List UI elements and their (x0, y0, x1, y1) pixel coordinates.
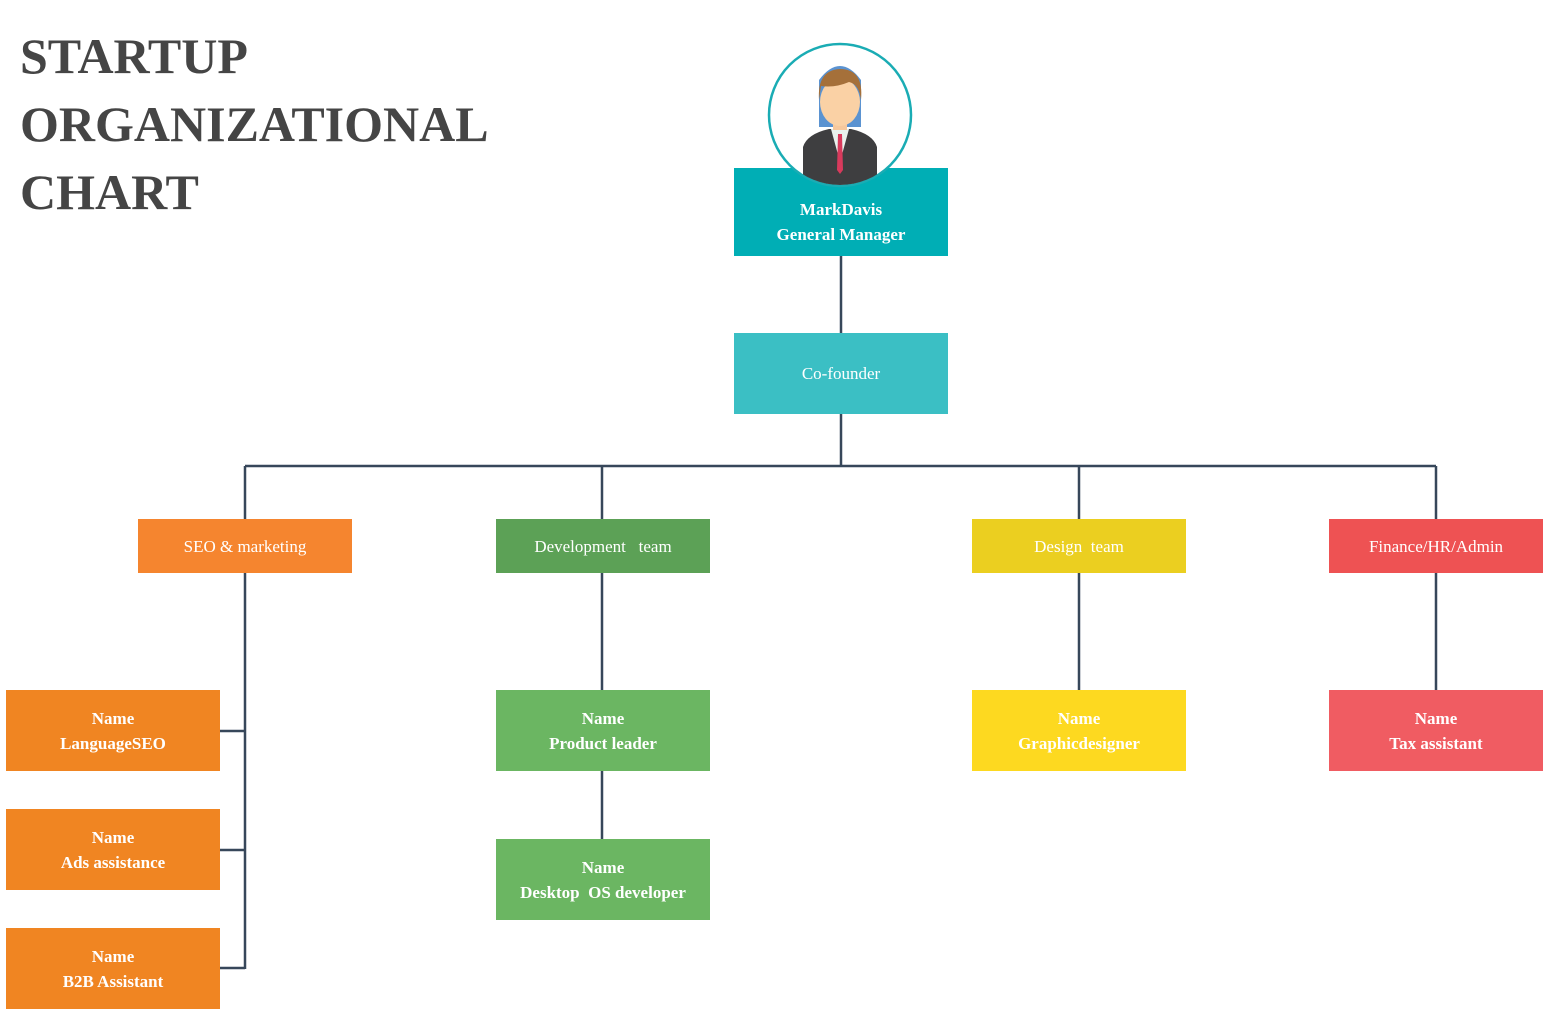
department-development: Development team (496, 519, 710, 573)
member-name: Name (91, 827, 135, 847)
member-role: B2B Assistant (62, 971, 164, 991)
businessman-avatar-icon (767, 42, 913, 188)
member-role: LanguageSEO (60, 733, 166, 753)
member-box: Name Product leader (496, 690, 710, 771)
gm-name: MarkDavis (799, 200, 883, 219)
department-label: Development team (534, 536, 672, 556)
gm-role: General Manager (776, 225, 906, 244)
member-box: Name Ads assistance (6, 809, 220, 890)
member-name: Name (581, 708, 625, 728)
cofounder-box: Co-founder (734, 333, 948, 414)
member-name: Name (1414, 708, 1458, 728)
member-box: Name Tax assistant (1329, 690, 1543, 771)
department-label: Design team (1034, 536, 1124, 556)
member-box: Name Desktop OS developer (496, 839, 710, 920)
member-box: Name LanguageSEO (6, 690, 220, 771)
cofounder-label: Co-founder (801, 364, 881, 383)
department-seo: SEO & marketing (138, 519, 352, 573)
member-role: Ads assistance (60, 852, 166, 872)
department-label: SEO & marketing (183, 536, 307, 556)
member-role: Tax assistant (1389, 733, 1483, 753)
member-name: Name (581, 857, 625, 877)
member-name: Name (91, 708, 135, 728)
member-role: Graphicdesigner (1018, 733, 1140, 753)
department-design: Design team (972, 519, 1186, 573)
department-finance: Finance/HR/Admin (1329, 519, 1543, 573)
member-box: Name Graphicdesigner (972, 690, 1186, 771)
member-name: Name (1057, 708, 1101, 728)
member-role: Product leader (549, 733, 657, 753)
department-label: Finance/HR/Admin (1368, 536, 1504, 556)
member-box: Name B2B Assistant (6, 928, 220, 1009)
member-role: Desktop OS developer (520, 882, 686, 902)
member-name: Name (91, 946, 135, 966)
